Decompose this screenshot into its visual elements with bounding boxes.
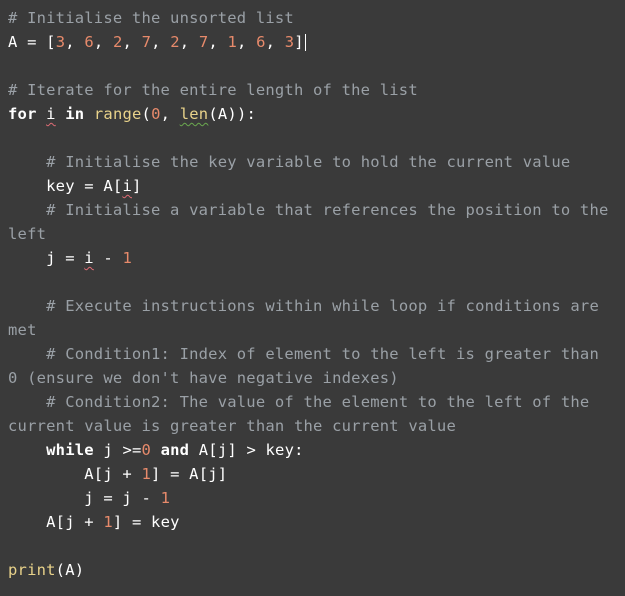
kw-and: and [161,441,190,459]
comment-init-key: # Initialise the key variable to hold th… [46,153,570,171]
num-one-1: 1 [122,249,132,267]
num-2: 2 [113,33,123,51]
var-key: key [46,177,75,195]
fn-print: print [8,561,56,579]
num-one-4: 1 [103,513,113,531]
num-zero-2: 0 [142,441,152,459]
num-one-2: 1 [141,465,151,483]
paren-open-1: ( [142,105,152,123]
var-j-2: j [103,441,113,459]
op-minus-1: - [94,249,123,267]
sep-2: , [123,33,142,51]
op-gte: >= [113,441,142,459]
A-close-1: ] [132,177,142,195]
comment-cond1: # Condition1: Index of element to the le… [8,345,609,387]
comment-init-list: # Initialise the unsorted list [8,9,294,27]
A-j-1: A[j] [199,441,237,459]
var-i-3: i [84,249,94,267]
A-close-3: ] [113,513,123,531]
comment-cond2: # Condition2: The value of the element t… [8,393,599,435]
var-j-3: j [84,489,94,507]
sep-7: , [266,33,285,51]
sep-1: , [94,33,113,51]
A-jplus-1: A[j + [84,465,141,483]
op-gt: > [237,441,266,459]
A-close-2: ] [151,465,161,483]
colon-1: : [247,105,257,123]
sep-6: , [237,33,256,51]
kw-while: while [46,441,94,459]
comment-iterate: # Iterate for the entire length of the l… [8,81,418,99]
bracket-open: [ [46,33,56,51]
sep-0: , [65,33,84,51]
paren-close-2: ) [227,105,237,123]
A-jplus-2: A[j + [46,513,103,531]
sep-4: , [180,33,199,51]
paren-open-2: ( [208,105,218,123]
var-A-arg: A [218,105,228,123]
text-cursor [305,34,306,51]
paren-close-1: ) [237,105,247,123]
num-8: 3 [285,33,295,51]
num-6: 1 [227,33,237,51]
num-1: 6 [84,33,94,51]
var-i-squiggle: i [46,105,56,123]
op-assign-5: = [94,489,123,507]
fn-range: range [94,105,142,123]
colon-2: : [294,441,304,459]
code-block: # Initialise the unsorted list A = [3, 6… [0,0,625,588]
fn-len: len [180,105,209,123]
num-5: 7 [199,33,209,51]
A-open-1: A[ [103,177,122,195]
op-assign-4: = [161,465,190,483]
bracket-close: ] [294,33,304,51]
sep-range: , [161,105,180,123]
op-assign-3: = [56,249,85,267]
num-0: 3 [56,33,66,51]
var-j-4: j [122,489,132,507]
num-one-3: 1 [161,489,171,507]
num-zero-1: 0 [151,105,161,123]
var-A-print: A [65,561,75,579]
num-4: 2 [170,33,180,51]
paren-open-3: ( [56,561,66,579]
A-j-2: A[j] [189,465,227,483]
var-key-3: key [151,513,180,531]
var-i-2: i [122,177,132,195]
comment-exec-while: # Execute instructions within while loop… [8,297,609,339]
paren-close-3: ) [75,561,85,579]
op-minus-2: - [132,489,161,507]
sep-5: , [208,33,227,51]
var-j: j [46,249,56,267]
var-A: A [8,33,18,51]
op-assign: = [18,33,47,51]
var-key-2: key [266,441,295,459]
op-assign-2: = [75,177,104,195]
op-assign-6: = [122,513,151,531]
comment-init-j: # Initialise a variable that references … [8,201,618,243]
sep-3: , [151,33,170,51]
kw-in: in [65,105,84,123]
num-3: 7 [142,33,152,51]
num-7: 6 [256,33,266,51]
kw-for: for [8,105,37,123]
